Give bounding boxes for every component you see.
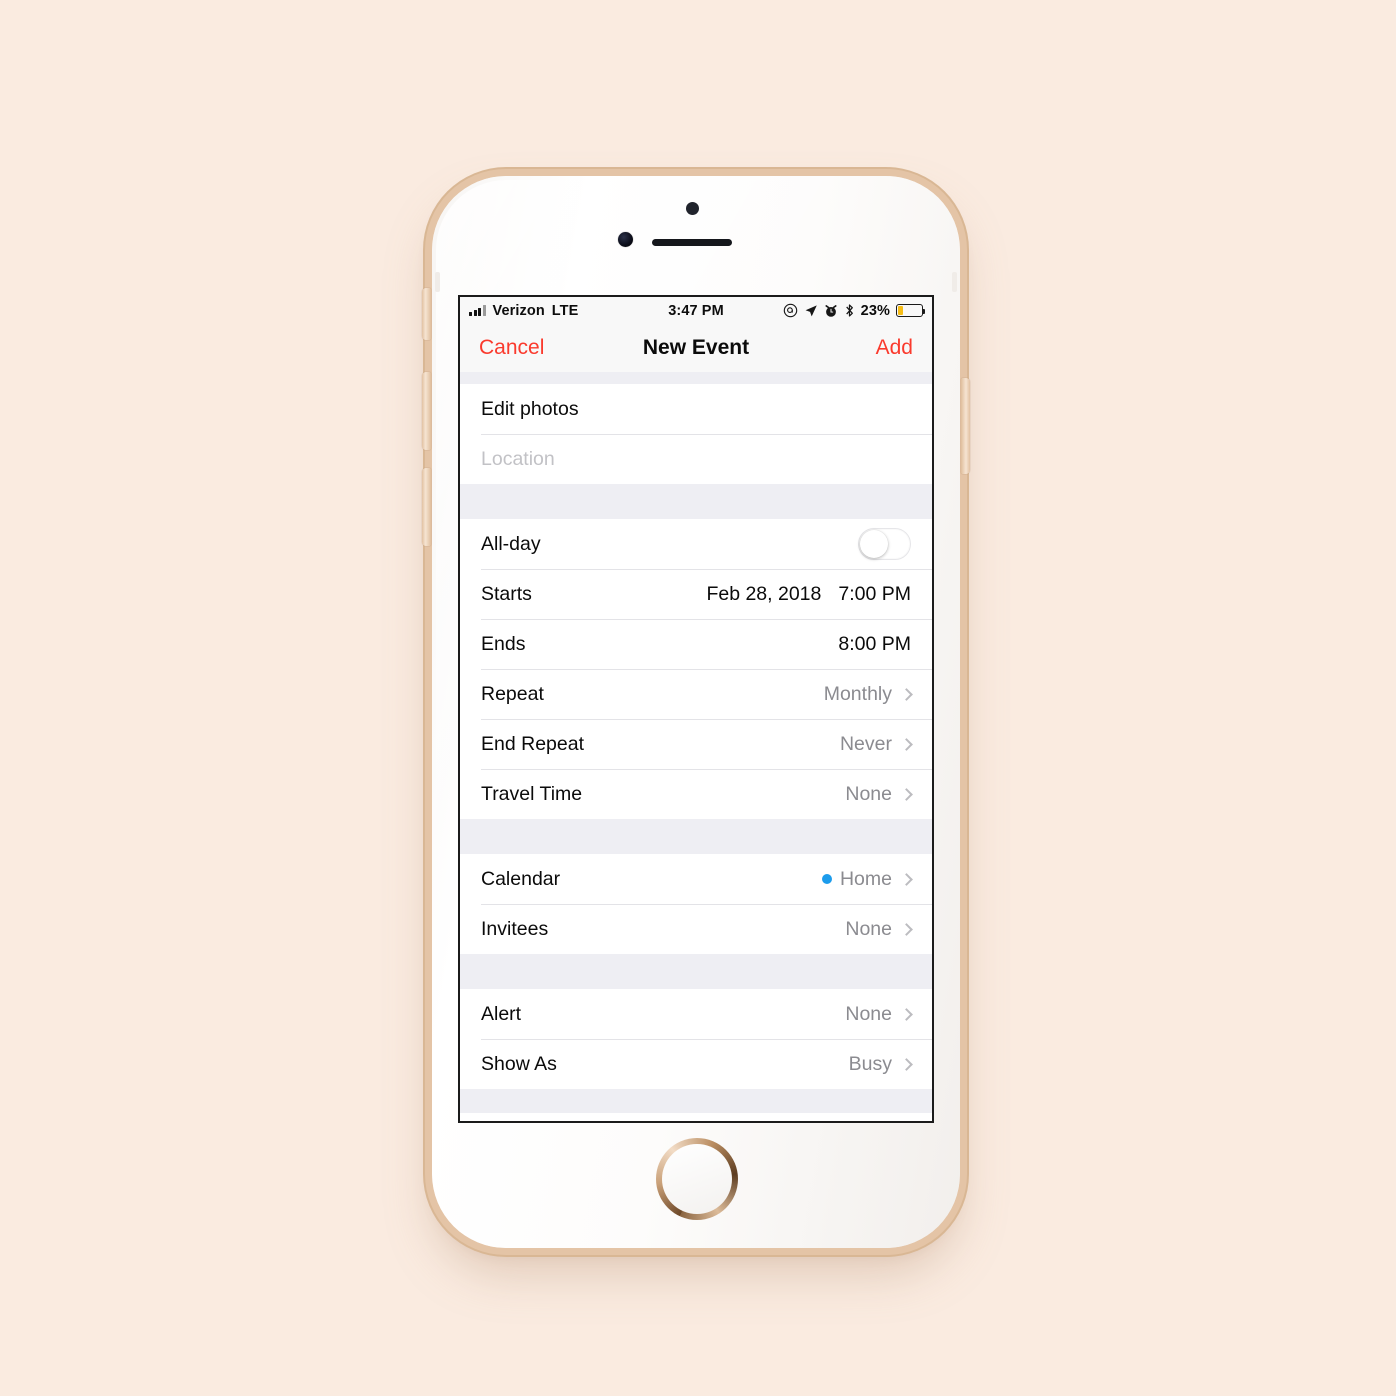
starts-time-value[interactable]: 7:00 PM — [838, 583, 911, 606]
battery-icon — [896, 304, 926, 317]
chevron-right-icon — [900, 737, 913, 751]
travel-time-values: None — [845, 782, 913, 806]
all-day-row[interactable]: All-day — [460, 519, 932, 569]
repeat-row[interactable]: Repeat Monthly — [460, 669, 932, 719]
battery-percentage-label: 23% — [860, 302, 890, 319]
invitees-values: None — [845, 917, 913, 941]
antenna-band-left — [435, 272, 440, 292]
invitees-value: None — [845, 917, 892, 940]
chevron-right-icon — [900, 1057, 913, 1071]
calendar-row[interactable]: Calendar Home — [460, 854, 932, 904]
calendar-label: Calendar — [481, 867, 561, 890]
power-button[interactable] — [961, 378, 970, 474]
starts-row[interactable]: Starts Feb 28, 2018 7:00 PM — [460, 569, 932, 619]
proximity-sensor-icon — [686, 202, 699, 215]
section-timing: All-day Starts Feb 28, 2018 7:00 PM Ends… — [460, 519, 932, 819]
repeat-values: Monthly — [823, 682, 913, 706]
section-calendar: Calendar Home Invitees None — [460, 854, 932, 954]
ends-row[interactable]: Ends 8:00 PM — [460, 619, 932, 669]
event-location-placeholder: Location — [481, 447, 555, 470]
section-gap-2 — [460, 819, 932, 854]
ends-time-value[interactable]: 8:00 PM — [838, 633, 911, 656]
alert-row[interactable]: Alert None — [460, 989, 932, 1039]
location-arrow-icon — [804, 304, 818, 318]
alarm-clock-icon — [824, 304, 838, 318]
section-gap-top — [460, 372, 932, 384]
volume-down-button[interactable] — [422, 468, 431, 546]
orientation-lock-icon — [783, 303, 798, 318]
antenna-band-right — [952, 272, 957, 292]
end-repeat-row[interactable]: End Repeat Never — [460, 719, 932, 769]
show-as-value: Busy — [848, 1052, 892, 1075]
calendar-values: Home — [821, 867, 913, 891]
event-title-value: Edit photos — [481, 397, 579, 420]
event-location-field[interactable]: Location — [460, 434, 932, 484]
ends-label: Ends — [481, 632, 526, 655]
add-button[interactable]: Add — [876, 336, 913, 360]
repeat-label: Repeat — [481, 682, 544, 705]
iphone-device: Verizon LTE 3:47 PM 23% Cancel New Event… — [422, 176, 970, 1248]
bluetooth-icon — [844, 303, 855, 318]
chevron-right-icon — [900, 787, 913, 801]
carrier-label: Verizon — [492, 302, 545, 319]
show-as-values: Busy — [848, 1052, 913, 1076]
earpiece-speaker-icon — [652, 239, 732, 246]
network-type-label: LTE — [551, 302, 579, 319]
show-as-label: Show As — [481, 1052, 557, 1075]
event-form: Edit photos Location All-day Starts Feb … — [460, 372, 932, 1113]
section-details: Edit photos Location — [460, 384, 932, 484]
invitees-label: Invitees — [481, 917, 549, 940]
section-gap-1 — [460, 484, 932, 519]
all-day-label: All-day — [481, 532, 541, 555]
signal-bars-icon — [469, 305, 486, 316]
travel-time-value: None — [845, 782, 892, 805]
home-button-face — [662, 1144, 732, 1214]
starts-date-value[interactable]: Feb 28, 2018 — [706, 583, 821, 606]
status-bar-right: 23% — [783, 302, 926, 319]
mute-switch[interactable] — [422, 288, 431, 340]
phone-screen: Verizon LTE 3:47 PM 23% Cancel New Event… — [458, 295, 934, 1123]
end-repeat-label: End Repeat — [481, 732, 584, 755]
front-camera-icon — [618, 232, 633, 247]
invitees-row[interactable]: Invitees None — [460, 904, 932, 954]
status-bar-left: Verizon LTE — [469, 303, 578, 319]
status-bar: Verizon LTE 3:47 PM 23% — [460, 297, 932, 324]
show-as-row[interactable]: Show As Busy — [460, 1039, 932, 1089]
alert-value: None — [845, 1002, 892, 1025]
event-title-field[interactable]: Edit photos — [460, 384, 932, 434]
all-day-toggle[interactable] — [858, 528, 911, 560]
end-repeat-value: Never — [839, 732, 892, 755]
calendar-value: Home — [839, 867, 892, 890]
section-gap-3 — [460, 954, 932, 989]
calendar-color-dot-icon — [821, 874, 832, 884]
chevron-right-icon — [900, 687, 913, 701]
navigation-bar: Cancel New Event Add — [460, 324, 932, 372]
repeat-value: Monthly — [823, 682, 892, 705]
alert-label: Alert — [481, 1002, 522, 1025]
chevron-right-icon — [900, 1007, 913, 1021]
ends-values: 8:00 PM — [838, 633, 911, 656]
all-day-toggle-knob — [860, 530, 888, 558]
section-options: Alert None Show As Busy — [460, 989, 932, 1089]
starts-values: Feb 28, 2018 7:00 PM — [706, 583, 911, 606]
chevron-right-icon — [900, 922, 913, 936]
alert-values: None — [845, 1002, 913, 1026]
chevron-right-icon — [900, 872, 913, 886]
volume-up-button[interactable] — [422, 372, 431, 450]
cancel-button[interactable]: Cancel — [479, 336, 544, 360]
travel-time-row[interactable]: Travel Time None — [460, 769, 932, 819]
home-button[interactable] — [656, 1138, 738, 1220]
travel-time-label: Travel Time — [481, 782, 583, 805]
section-gap-bottom — [460, 1089, 932, 1113]
starts-label: Starts — [481, 582, 532, 605]
end-repeat-values: Never — [839, 732, 913, 756]
